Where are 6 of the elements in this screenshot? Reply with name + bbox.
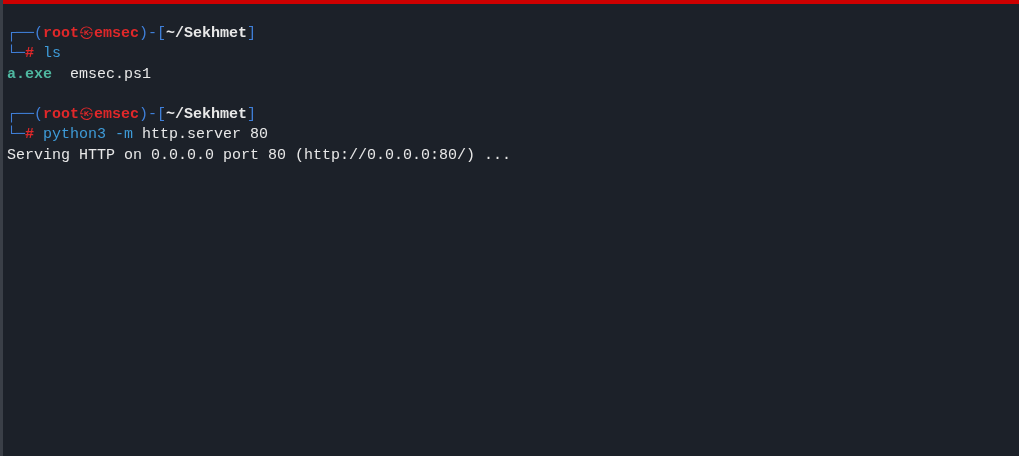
output-line: Serving HTTP on 0.0.0.0 port 80 (http://0.0.0.0:80/) ... [7,145,512,166]
prompt-line: ┌──(root㉿emsec)-[~/Sekhmet] [7,24,257,44]
command-line: └─# ls [7,44,62,65]
prompt-line: ┌──(root㉿emsec)-[~/Sekhmet] [7,105,257,125]
output-line: a.exe emsec.ps1 [7,64,152,85]
command-line: └─# python3 -m http.server 80 [7,125,269,146]
